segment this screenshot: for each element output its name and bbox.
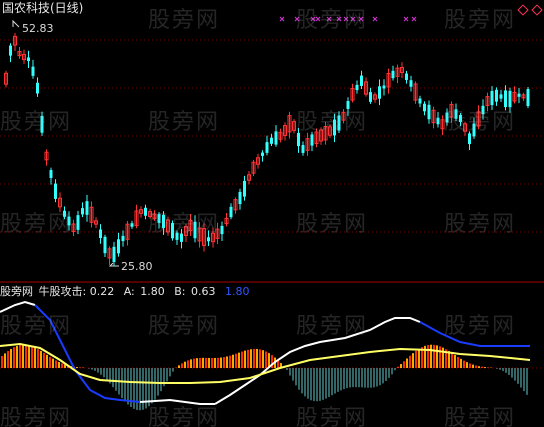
candle-body <box>103 236 107 254</box>
candle-body <box>445 112 449 123</box>
candle-body <box>310 134 314 146</box>
signal-marker <box>326 16 332 22</box>
candle-body <box>261 152 264 156</box>
candle-body <box>504 90 507 108</box>
chart-canvas[interactable] <box>0 0 544 427</box>
candle-body <box>193 221 197 239</box>
candle-body <box>81 208 84 215</box>
price-high-label: 52.83 <box>22 22 54 35</box>
indicator-source: 股旁网 <box>0 285 33 298</box>
signal-marker <box>403 16 409 22</box>
signal-marker <box>411 16 417 22</box>
candle-body <box>54 183 57 199</box>
indicator-a-value: 1.80 <box>140 285 165 298</box>
candle-body <box>67 216 71 226</box>
signal-marker <box>315 16 321 22</box>
indicator-value: 0.22 <box>89 285 115 298</box>
candle-body <box>499 94 503 99</box>
signal-marker <box>294 16 300 22</box>
candle-body <box>27 57 30 62</box>
candle-body <box>346 101 350 109</box>
candle-body <box>162 214 165 229</box>
candle-body <box>517 93 521 97</box>
indicator-a-label: A: <box>123 285 135 298</box>
candle-body <box>49 170 53 178</box>
candle-body <box>337 115 341 131</box>
candle-body <box>157 214 161 223</box>
candle-body <box>495 89 498 102</box>
signal-marker <box>279 16 285 22</box>
candle-body <box>229 206 233 218</box>
candle-body <box>409 80 413 87</box>
indicator-b-value: 0.63 <box>191 285 216 298</box>
candle-body <box>418 98 422 104</box>
signal-marker <box>358 16 364 22</box>
candle-body <box>144 207 147 216</box>
candle-body <box>369 92 372 102</box>
candle-body <box>459 115 462 122</box>
indicator-name: 牛股攻击: <box>38 285 87 298</box>
candle-body <box>333 119 336 136</box>
candle-body <box>99 229 102 239</box>
candle-body <box>355 84 359 91</box>
candle-body <box>63 210 66 217</box>
indicator-line-blue <box>419 321 530 347</box>
candle-body <box>112 246 116 263</box>
candle-body <box>427 104 431 120</box>
candle-body <box>220 225 224 235</box>
indicator-b-label: B: <box>174 285 186 298</box>
candle-body <box>490 90 494 106</box>
candle-body <box>301 145 305 153</box>
candle-body <box>117 239 120 254</box>
candle-body <box>238 191 242 205</box>
candle-body <box>180 233 183 242</box>
candle-body <box>423 103 426 112</box>
candle-body <box>40 115 44 133</box>
indicator-extra-value: 1.80 <box>225 285 250 298</box>
candle-body <box>121 235 125 242</box>
stock-title: 国农科技(日线) <box>2 1 84 15</box>
candle-body <box>391 70 395 79</box>
candle-body <box>360 75 363 86</box>
candle-body <box>405 73 408 80</box>
candle-body <box>481 105 485 115</box>
stock-chart-window: 国农科技(日线) 52.83 25.80 股旁网 牛股攻击: 0.22 A: 1… <box>0 0 544 427</box>
candle-body <box>36 82 39 94</box>
candle-body <box>207 237 210 242</box>
candle-body <box>76 215 80 230</box>
candle-body <box>274 131 278 145</box>
candle-body <box>382 85 386 89</box>
high-pointer <box>12 19 20 28</box>
candle-body <box>171 222 174 239</box>
candle-body <box>472 123 476 137</box>
price-low-label: 25.80 <box>121 260 153 273</box>
signal-marker <box>310 16 316 22</box>
signal-marker <box>336 16 342 22</box>
indicator-line-white <box>139 398 215 405</box>
signal-marker <box>350 16 356 22</box>
candle-body <box>85 201 89 215</box>
candle-body <box>31 66 35 76</box>
candle-body <box>265 142 269 153</box>
candle-body <box>297 132 300 147</box>
candle-body <box>378 86 381 99</box>
candle-body <box>243 180 246 197</box>
candle-body <box>130 223 134 227</box>
candle-body <box>436 117 440 125</box>
candle-body <box>9 45 12 56</box>
candle-body <box>270 137 273 144</box>
signal-marker <box>372 16 378 22</box>
candle-body <box>468 133 471 145</box>
signal-marker <box>343 16 349 22</box>
candle-body <box>175 232 179 240</box>
candle-body <box>454 109 458 119</box>
indicator-line-white <box>0 300 36 313</box>
candle-body <box>526 89 530 106</box>
candle-body <box>508 90 512 108</box>
indicator-legend: 股旁网 牛股攻击: 0.22 A: 1.80 B: 0.63 1.80 <box>0 285 256 298</box>
